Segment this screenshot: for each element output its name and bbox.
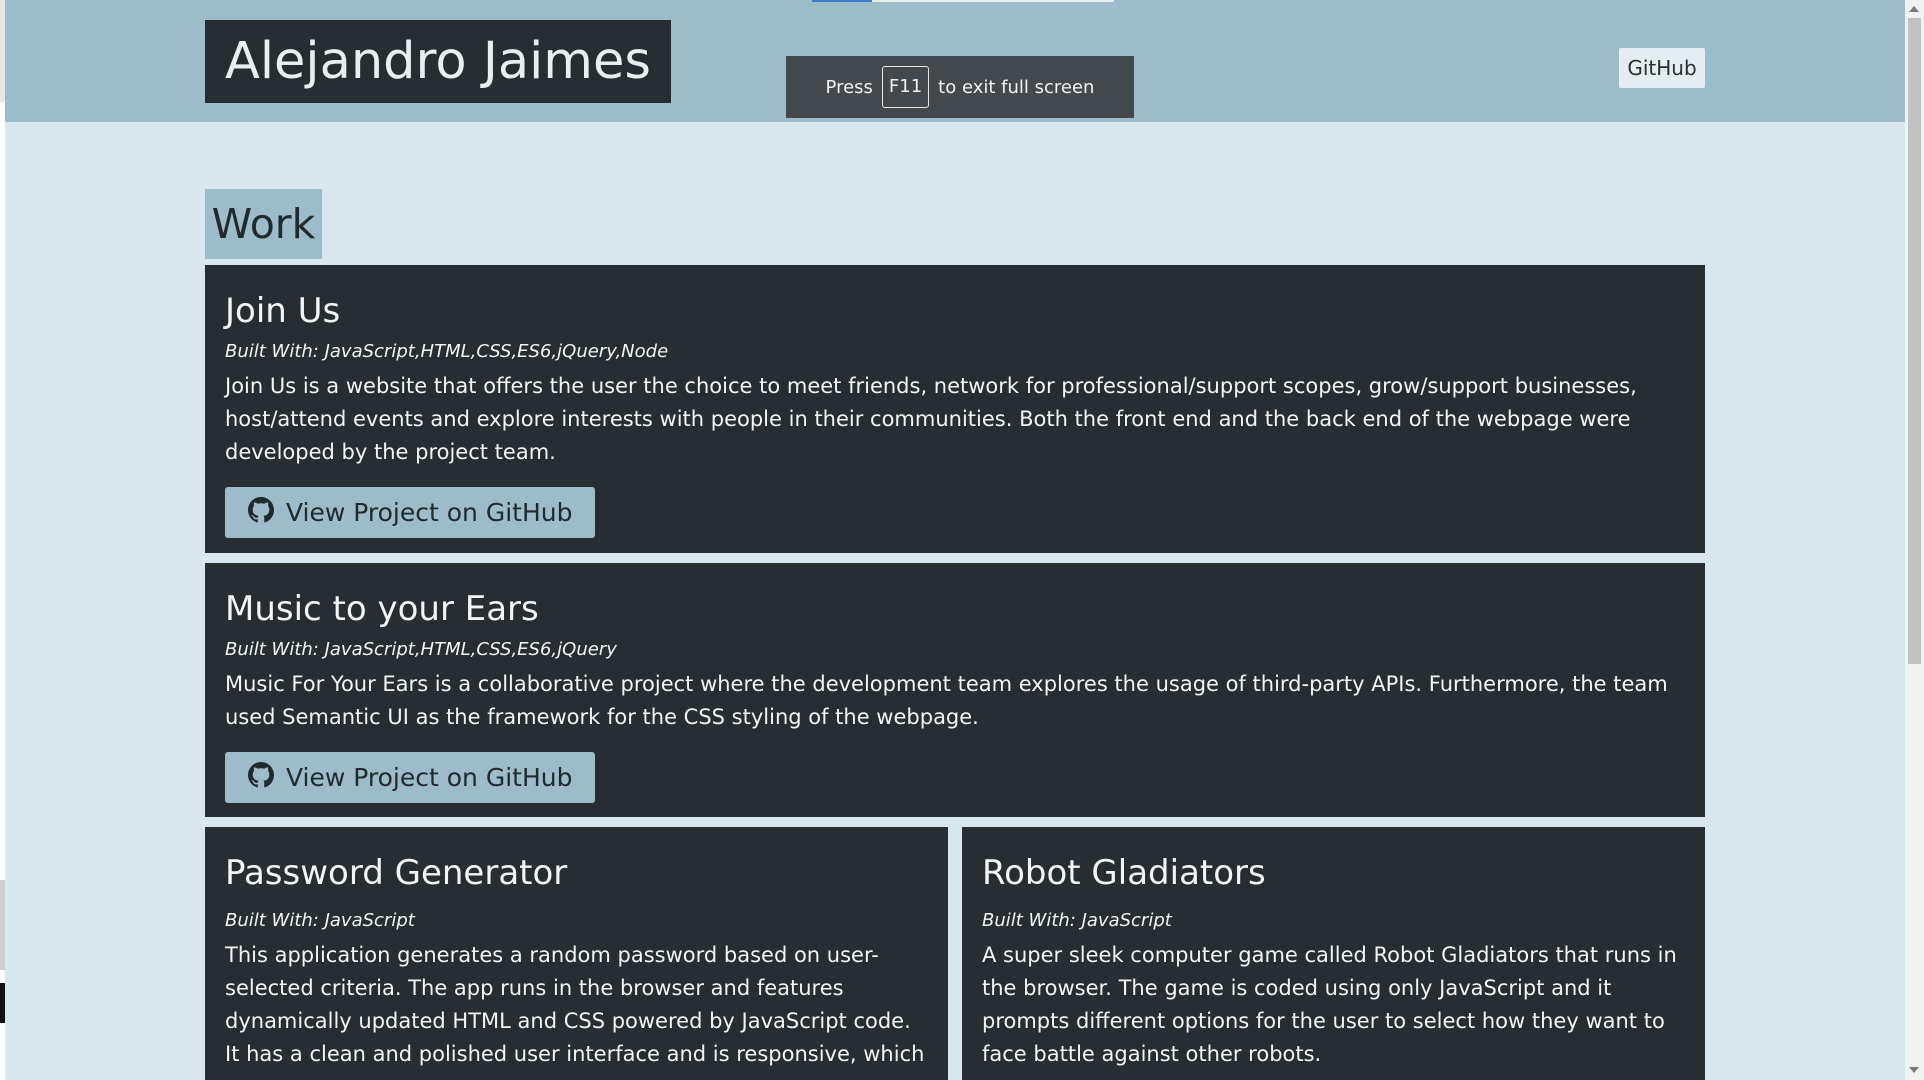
project-card-music-to-your-ears: Music to your Ears Built With: JavaScrip… [205,563,1705,817]
project-card-robot-gladiators: Robot Gladiators Built With: JavaScript … [962,827,1705,1080]
fullscreen-notice-key: F11 [881,66,930,108]
view-project-button[interactable]: View Project on GitHub [225,752,596,803]
top-tab-indicator [812,0,1114,2]
left-window-edge [0,0,5,1080]
project-description: This application generates a random pass… [225,943,925,1066]
project-description: Join Us is a website that offers the use… [225,374,1637,464]
github-icon [248,496,274,529]
work-section-title: Work [205,189,322,259]
fullscreen-notice: Press F11 to exit full screen [786,56,1134,118]
tab-indicator-accent [812,0,872,2]
project-title: Robot Gladiators [982,853,1266,893]
project-title: Password Generator [225,853,568,893]
project-title: Music to your Ears [225,589,539,629]
scrollbar-thumb[interactable] [1908,18,1921,664]
view-project-button[interactable]: View Project on GitHub [225,487,596,538]
edge-mark [0,983,5,1023]
project-card-password-generator: Password Generator Built With: JavaScrip… [205,827,948,1080]
view-project-label: View Project on GitHub [286,498,573,527]
edge-mark [0,880,5,970]
project-built-with: Built With: JavaScript [982,910,1172,931]
view-project-label: View Project on GitHub [286,763,573,792]
nav-github-link[interactable]: GitHub [1619,48,1705,88]
fullscreen-notice-message: to exit full screen [938,76,1095,98]
project-description: Music For Your Ears is a collaborative p… [225,672,1668,729]
project-card-join-us: Join Us Built With: JavaScript,HTML,CSS,… [205,265,1705,553]
browser-viewport: Alejandro Jaimes GitHub Press F11 to exi… [0,0,1905,1080]
project-built-with: Built With: JavaScript [225,910,415,931]
scroll-down-arrow-icon[interactable] [1909,1067,1919,1073]
project-built-with: Built With: JavaScript,HTML,CSS,ES6,jQue… [225,639,617,660]
fullscreen-notice-press: Press [825,76,873,98]
scroll-up-arrow-icon[interactable] [1909,6,1919,12]
project-built-with: Built With: JavaScript,HTML,CSS,ES6,jQue… [225,341,669,362]
project-description: A super sleek computer game called Robot… [982,943,1677,1066]
vertical-scrollbar[interactable] [1905,0,1924,1080]
project-title: Join Us [225,291,341,331]
site-brand[interactable]: Alejandro Jaimes [205,20,671,103]
github-icon [248,761,274,794]
